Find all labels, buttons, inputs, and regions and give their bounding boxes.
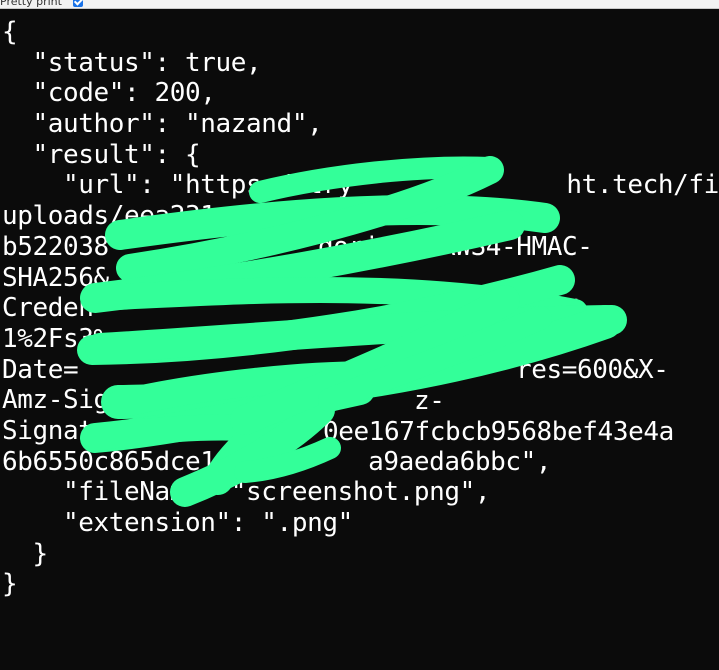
json-line: "url": "https://try ht.tech/file- xyxy=(2,170,719,201)
json-line: Amz-Sig xyxy=(2,385,109,416)
json-response-view: { "status": true, "code": 200, "author":… xyxy=(2,17,719,600)
pretty-print-checkbox[interactable] xyxy=(73,0,83,7)
json-line: "author": "nazand", xyxy=(2,109,323,140)
json-line: "status": true, xyxy=(2,47,262,78)
json-line: } xyxy=(2,569,18,600)
json-fragment: us-east xyxy=(478,294,585,324)
browser-viewport: Pretty print { "status": true, "code": 2… xyxy=(0,0,719,670)
json-fragment: 1d14c xyxy=(146,417,223,447)
json-line: { xyxy=(2,17,18,47)
json-line: "fileNam "screenshot.png", xyxy=(2,477,491,508)
json-line: 1%2Fs3% xyxy=(2,323,109,354)
json-fragment: z- xyxy=(414,386,445,416)
json-fragment: res=600&X- xyxy=(516,355,669,385)
json-line: "result": { xyxy=(2,139,201,170)
json-line: "extension": ".png" xyxy=(2,508,353,538)
json-fragment: 0ee167fcbcb9568bef43e4a xyxy=(323,417,674,447)
json-line: 6b6550c865dce1 a9aeda6bbc", xyxy=(2,446,552,477)
json-line: Creden xyxy=(2,293,94,324)
json-line: "code": 200, xyxy=(2,78,216,109)
json-line: SHA256& xyxy=(2,262,109,293)
pretty-print-label: Pretty print xyxy=(0,0,62,8)
json-line: } xyxy=(2,538,49,569)
pretty-print-toolbar: Pretty print xyxy=(0,0,719,9)
json-line: uploads/eea231 xyxy=(2,201,216,232)
json-fragment: gorithm=AWS4-HMAC- xyxy=(318,232,593,262)
